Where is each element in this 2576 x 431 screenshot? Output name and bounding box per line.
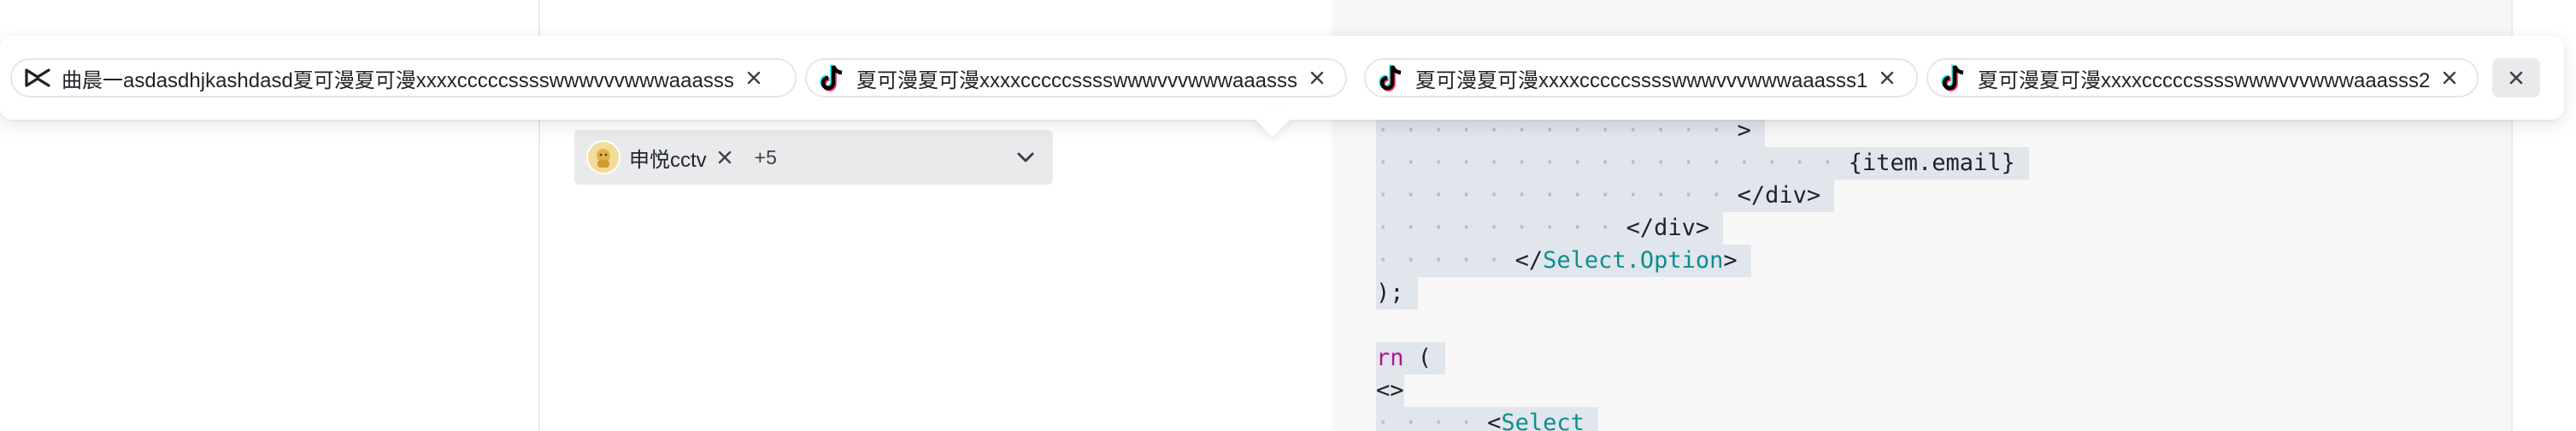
code-line: <> — [1376, 375, 1404, 407]
avatar-icon — [597, 149, 610, 168]
close-icon[interactable] — [2442, 70, 2457, 86]
selected-tag-label: 申悦cctv — [629, 148, 707, 172]
close-icon[interactable] — [746, 70, 762, 86]
close-all-button[interactable] — [2492, 58, 2540, 97]
close-icon — [2509, 71, 2523, 85]
code-line: · · · · · · · · · · · · · </div> — [1376, 180, 1835, 212]
remove-tag-icon[interactable] — [717, 150, 732, 165]
code-line: · · · · · · · · · · · · · · · · · {item.… — [1376, 147, 2030, 180]
code-line: · · · · <Select — [1376, 407, 1599, 431]
multi-select[interactable]: 申悦cctv +5 — [574, 130, 1053, 185]
code-line: · · · · · </Select.Option> — [1376, 245, 1751, 277]
close-icon[interactable] — [1309, 70, 1325, 86]
tab[interactable]: 曲晨一asdasdhjkashdasd夏可漫夏可漫xxxxcccccssssww… — [10, 58, 797, 97]
tab[interactable]: 夏可漫夏可漫xxxxcccccsssswwwvvvwwwaaasss1 — [1364, 58, 1918, 97]
tab-label: 夏可漫夏可漫xxxxcccccsssswwwvvvwwwaaasss2 — [1978, 68, 2431, 92]
tiktok-icon — [815, 61, 850, 95]
tiktok-icon — [1937, 61, 1971, 95]
tab-label: 夏可漫夏可漫xxxxcccccsssswwwvvvwwwaaasss1 — [1415, 68, 1868, 92]
code-line: · · · · · · · · · </div> — [1376, 212, 1724, 245]
close-icon[interactable] — [1879, 70, 1895, 86]
chevron-down-icon[interactable] — [1014, 145, 1038, 174]
tab[interactable]: 夏可漫夏可漫xxxxcccccsssswwwvvvwwwaaasss2 — [1926, 58, 2479, 97]
avatar — [586, 140, 620, 174]
tab-label: 夏可漫夏可漫xxxxcccccsssswwwvvvwwwaaasss — [856, 68, 1298, 92]
tiktok-icon — [1374, 61, 1409, 95]
code-line: rn ( — [1376, 342, 1446, 375]
code-line: ); — [1376, 277, 1418, 310]
capcut-icon — [21, 61, 55, 95]
tab-label: 曲晨一asdasdhjkashdasd夏可漫夏可漫xxxxcccccssssww… — [62, 68, 734, 92]
tab[interactable]: 夏可漫夏可漫xxxxcccccsssswwwvvvwwwaaasss — [805, 58, 1347, 97]
more-count-badge[interactable]: +5 — [755, 146, 777, 169]
